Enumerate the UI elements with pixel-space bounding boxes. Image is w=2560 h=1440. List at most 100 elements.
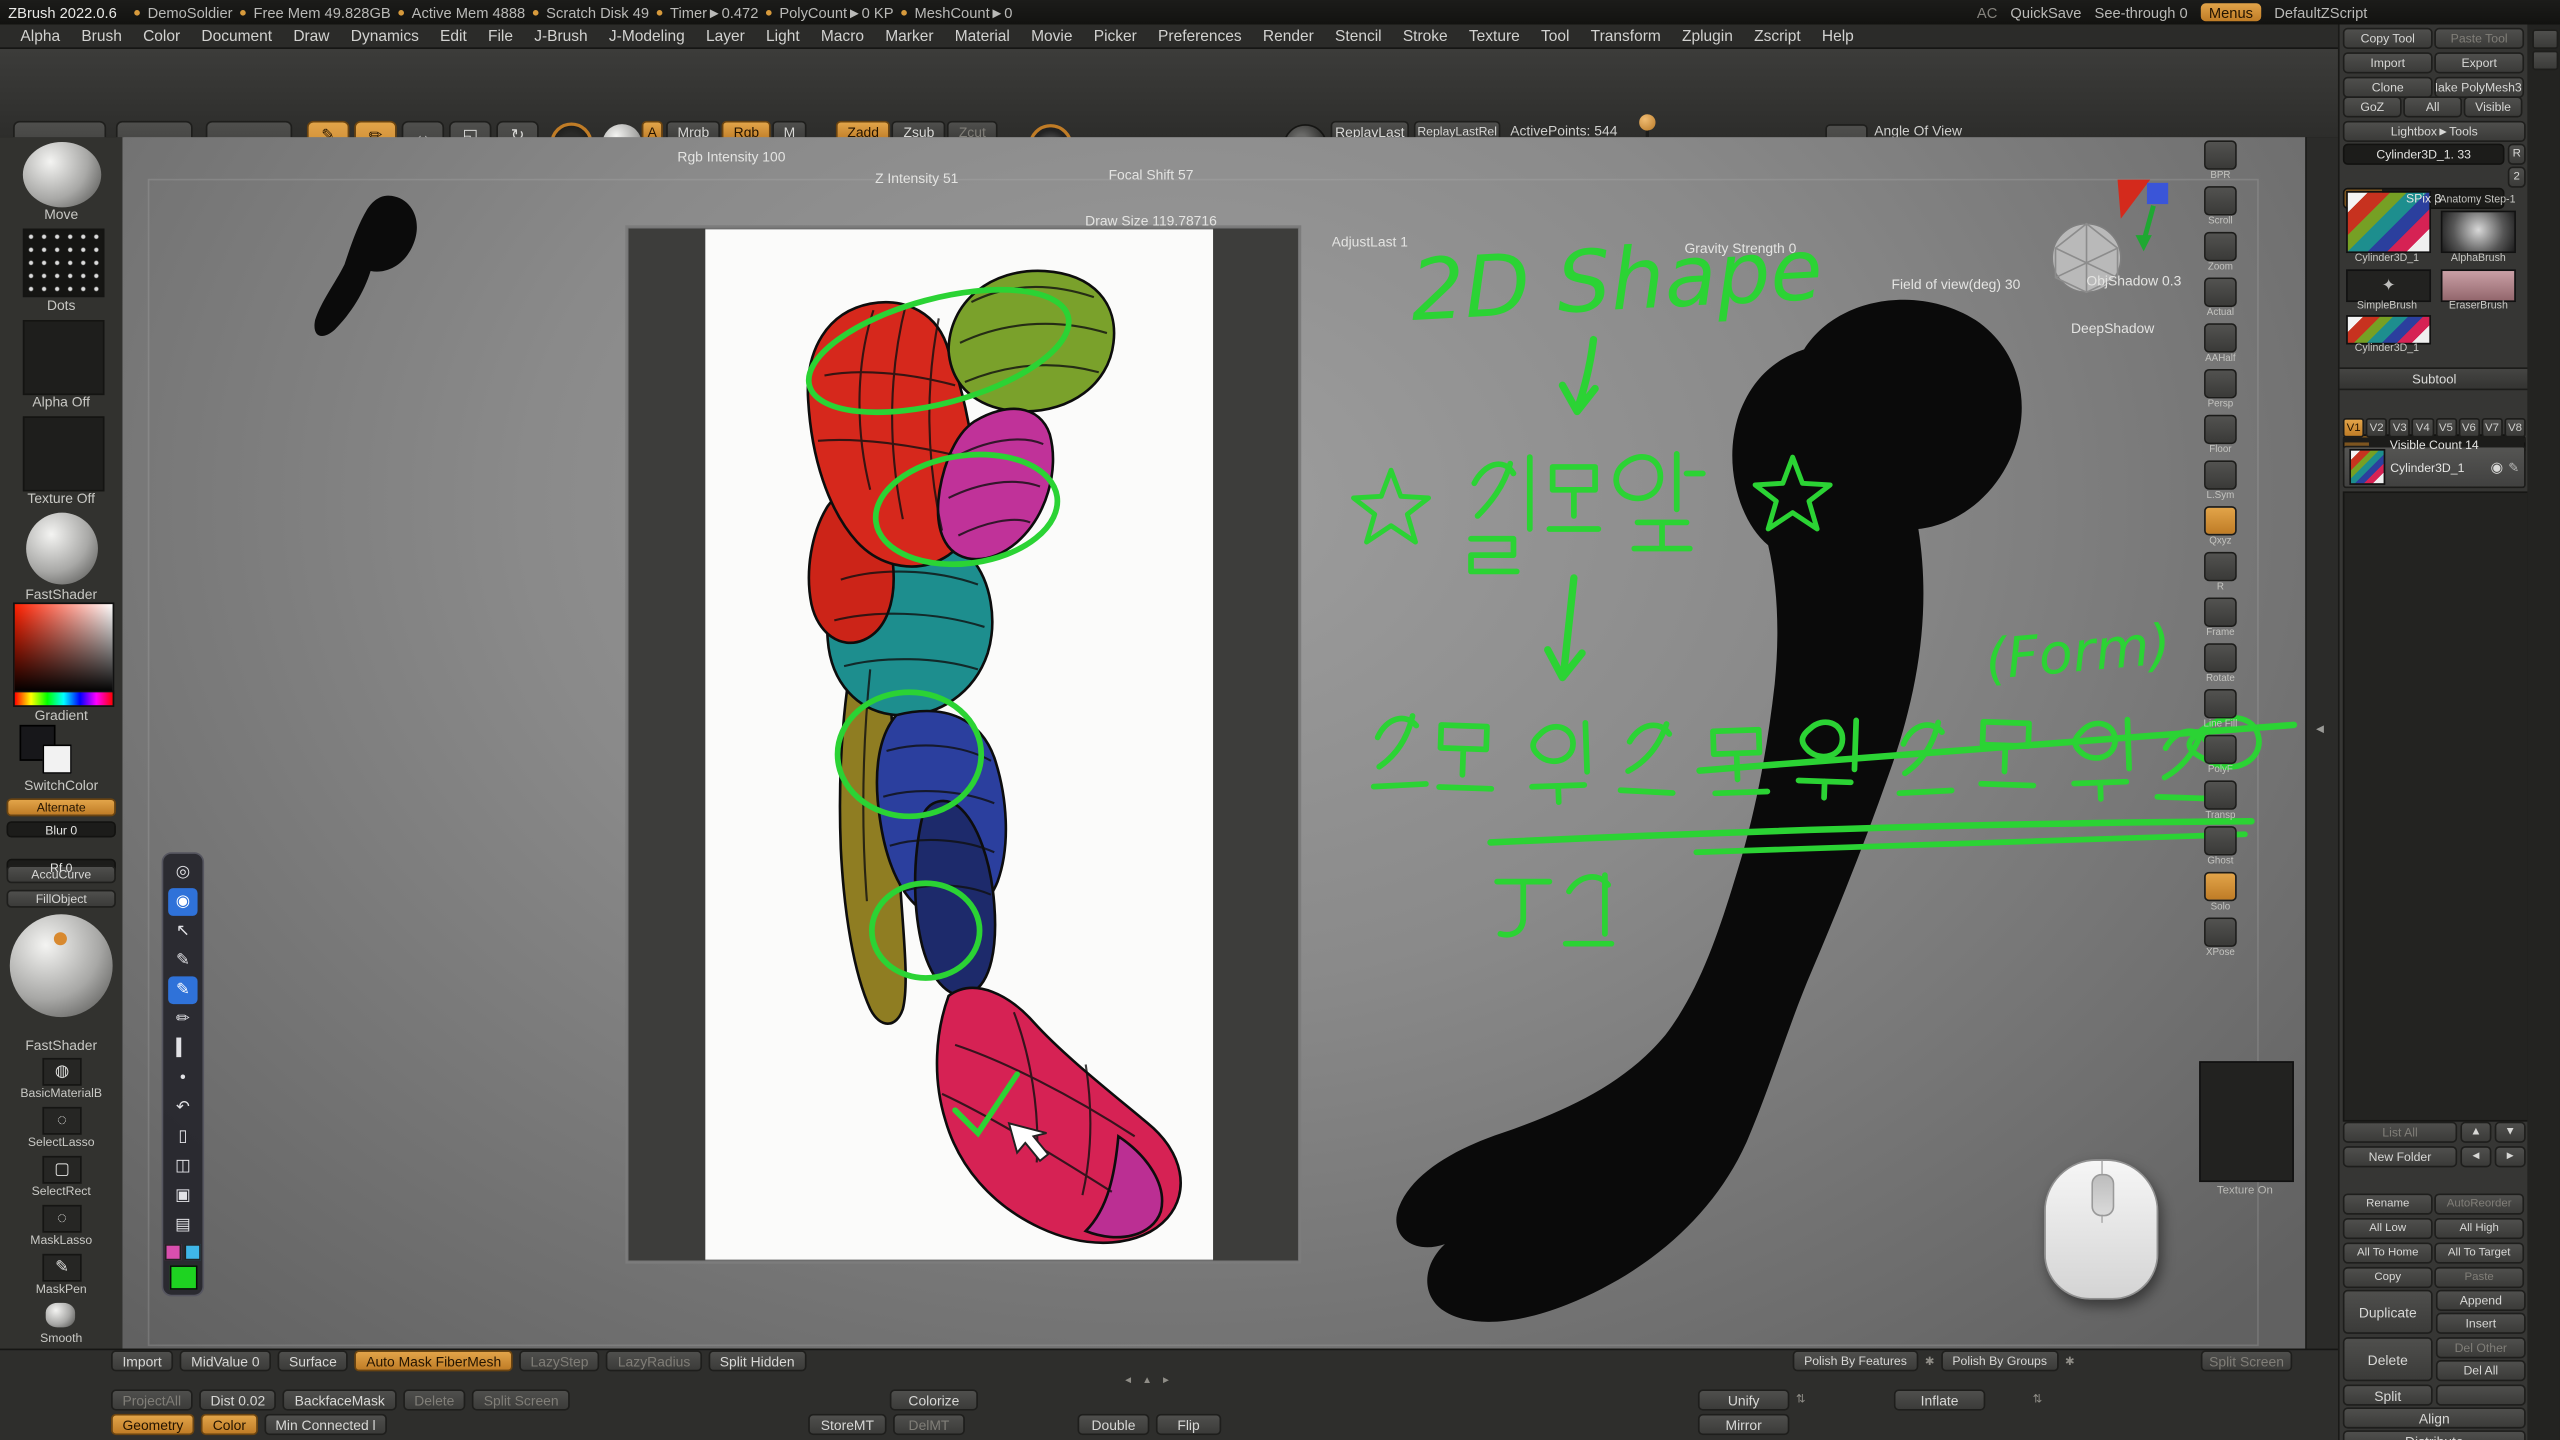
- align-button[interactable]: Align: [2343, 1407, 2526, 1428]
- palette-scroll-up-button[interactable]: [2532, 29, 2558, 49]
- version-tab[interactable]: V5: [2435, 418, 2456, 438]
- alphabrush-thumbnail[interactable]: [2441, 211, 2516, 253]
- selectrect-icon[interactable]: ▢: [42, 1156, 81, 1184]
- polish-groups-dot[interactable]: ✱: [2065, 1354, 2075, 1367]
- flip-button[interactable]: Flip: [1156, 1414, 1221, 1435]
- polish-by-features-button[interactable]: Polish By Features: [1793, 1350, 1919, 1371]
- menu-item[interactable]: J-Modeling: [598, 27, 695, 45]
- del-all-button[interactable]: Del All: [2436, 1360, 2526, 1381]
- menu-item[interactable]: Stencil: [1324, 27, 1392, 45]
- shelf-resize-handle[interactable]: ◄ ▲ ►: [1123, 1376, 1174, 1386]
- menu-item[interactable]: Edit: [429, 27, 477, 45]
- shelf-button[interactable]: Scroll: [2202, 186, 2238, 227]
- menu-item[interactable]: J-Brush: [524, 27, 599, 45]
- texture-thumbnail[interactable]: [23, 416, 105, 491]
- bottom-button[interactable]: Color: [201, 1414, 257, 1435]
- seethrough-slider[interactable]: See-through 0: [2095, 4, 2188, 20]
- lightbox-tools-button[interactable]: Lightbox►Tools: [2343, 121, 2526, 142]
- menu-item[interactable]: Material: [944, 27, 1020, 45]
- shelf-button[interactable]: Actual: [2202, 278, 2238, 319]
- hue-strip[interactable]: [13, 691, 114, 707]
- shelf-button[interactable]: XPose: [2202, 918, 2238, 959]
- stroke-thumbnail[interactable]: [23, 229, 105, 298]
- mirror-button[interactable]: Mirror: [1698, 1414, 1789, 1435]
- adjust-last-slider[interactable]: AdjustLast 1: [1331, 230, 1409, 251]
- gravity-strength-slider[interactable]: Gravity Strength 0: [1669, 237, 1813, 258]
- split-extra-button[interactable]: [2436, 1384, 2526, 1405]
- subtool-down-button[interactable]: ▼: [2495, 1122, 2526, 1143]
- smooth-icon[interactable]: [46, 1303, 75, 1327]
- menus-button[interactable]: Menus: [2201, 3, 2261, 21]
- r-button[interactable]: R: [2508, 144, 2526, 165]
- subtool-action-button[interactable]: Copy: [2343, 1267, 2433, 1288]
- panel-divider[interactable]: ◄: [2305, 137, 2339, 1348]
- bottom-button[interactable]: ProjectAll: [111, 1389, 192, 1410]
- menu-item[interactable]: Texture: [1458, 27, 1530, 45]
- menu-item[interactable]: Tool: [1530, 27, 1580, 45]
- menu-item[interactable]: Zplugin: [1671, 27, 1743, 45]
- split-button[interactable]: Split: [2343, 1384, 2433, 1405]
- split-screen-button[interactable]: Split Screen: [2201, 1350, 2292, 1371]
- bottom-button[interactable]: MidValue 0: [180, 1350, 271, 1371]
- menu-item[interactable]: Preferences: [1147, 27, 1252, 45]
- menu-item[interactable]: Marker: [875, 27, 944, 45]
- new-folder-button[interactable]: New Folder: [2343, 1146, 2457, 1167]
- subtool-list[interactable]: [2343, 491, 2529, 1121]
- subtool-action-button[interactable]: All To Target: [2434, 1242, 2524, 1263]
- delmt-button[interactable]: DelMT: [893, 1414, 965, 1435]
- bottom-button[interactable]: Min Connected l: [264, 1414, 387, 1435]
- goz-button[interactable]: Visible: [2464, 96, 2523, 117]
- double-button[interactable]: Double: [1078, 1414, 1150, 1435]
- dot-button[interactable]: •: [168, 1064, 197, 1092]
- shelf-button[interactable]: Zoom: [2202, 232, 2238, 273]
- distribute-button[interactable]: Distribute: [2343, 1430, 2526, 1440]
- bottom-button[interactable]: BackfaceMask: [283, 1389, 396, 1410]
- polish-features-dot[interactable]: ✱: [1925, 1354, 1935, 1367]
- version-tab[interactable]: V7: [2481, 418, 2502, 438]
- subtool-action-button[interactable]: Paste: [2434, 1267, 2524, 1288]
- default-zscript-button[interactable]: DefaultZScript: [2274, 4, 2367, 20]
- shelf-button[interactable]: Frame: [2202, 598, 2238, 639]
- menu-item[interactable]: Brush: [71, 27, 133, 45]
- highlighter-button[interactable]: ▍: [168, 1035, 197, 1063]
- version-tab[interactable]: V1: [2343, 418, 2364, 438]
- bottom-button[interactable]: Delete: [403, 1389, 466, 1410]
- pen-button[interactable]: ✎: [168, 976, 197, 1004]
- cursor-button[interactable]: ↖: [168, 918, 197, 946]
- bottom-button[interactable]: Geometry: [111, 1414, 195, 1435]
- blur-slider[interactable]: Blur 0: [7, 821, 116, 837]
- color-swatch-blue[interactable]: [184, 1244, 200, 1260]
- shelf-button[interactable]: Floor: [2202, 415, 2238, 456]
- menu-item[interactable]: Help: [1811, 27, 1864, 45]
- polish-by-groups-button[interactable]: Polish By Groups: [1941, 1350, 2058, 1371]
- subtool-paint-icon[interactable]: ✎: [2508, 460, 2519, 475]
- tool-panel-button[interactable]: Import: [2343, 52, 2433, 73]
- tool-panel-button[interactable]: Clone: [2343, 77, 2433, 98]
- material-thumbnail[interactable]: [26, 513, 98, 585]
- bottom-button[interactable]: Auto Mask FiberMesh: [355, 1350, 513, 1371]
- color-picker[interactable]: [13, 602, 114, 693]
- shelf-button[interactable]: Qxyz: [2202, 506, 2238, 547]
- shelf-button[interactable]: L.Sym: [2202, 460, 2238, 501]
- duplicate-button[interactable]: Duplicate: [2343, 1290, 2433, 1334]
- menu-item[interactable]: Stroke: [1392, 27, 1458, 45]
- bottom-button[interactable]: LazyRadius: [606, 1350, 701, 1371]
- menu-item[interactable]: Layer: [695, 27, 755, 45]
- unify-button[interactable]: Unify: [1698, 1389, 1789, 1410]
- menu-item[interactable]: Picker: [1083, 27, 1147, 45]
- pen-strike-button[interactable]: ✎: [168, 947, 197, 975]
- trash-button[interactable]: ▯: [168, 1123, 197, 1151]
- menu-item[interactable]: Dynamics: [340, 27, 429, 45]
- subtool-action-button[interactable]: All High: [2434, 1218, 2524, 1239]
- version-tab[interactable]: V4: [2412, 418, 2433, 438]
- basicmaterial-icon[interactable]: ◍: [42, 1058, 81, 1086]
- subtool-action-button[interactable]: Rename: [2343, 1193, 2433, 1214]
- goz-button[interactable]: All: [2403, 96, 2462, 117]
- shelf-button[interactable]: Persp: [2202, 369, 2238, 410]
- simplebrush-thumbnail[interactable]: ✦: [2346, 269, 2431, 302]
- shelf-button[interactable]: Solo: [2202, 872, 2238, 913]
- visibility-eye-icon[interactable]: ◉: [2491, 458, 2504, 476]
- subtool-action-button[interactable]: All To Home: [2343, 1242, 2433, 1263]
- current-tool-slider[interactable]: Cylinder3D_1. 33: [2343, 144, 2505, 165]
- drag-handle-button[interactable]: ◎: [168, 859, 197, 887]
